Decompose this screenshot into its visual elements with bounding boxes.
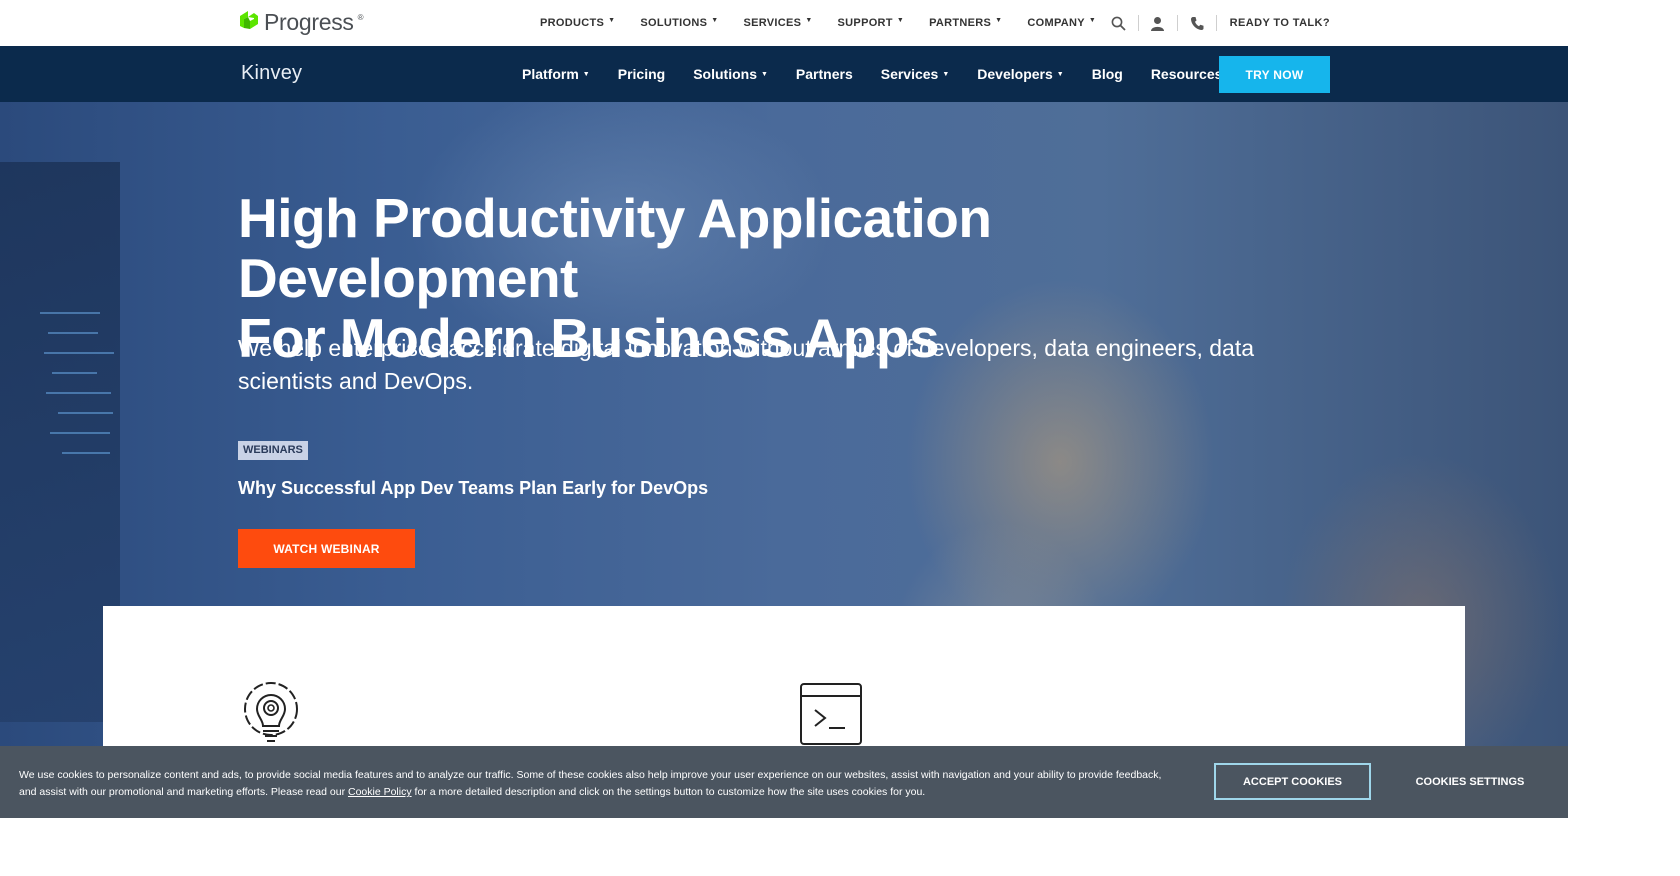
nav-blog[interactable]: Blog — [1092, 66, 1123, 82]
background-decoration — [50, 432, 110, 434]
nav-platform[interactable]: Platform ▼ — [522, 66, 590, 82]
top-nav-company[interactable]: COMPANY ▼ — [1027, 17, 1096, 29]
cookie-text-part: for a more detailed description and clic… — [411, 786, 926, 798]
top-utility-bar: Progress ® PRODUCTS ▼ SOLUTIONS ▼ SERVIC… — [0, 0, 1568, 47]
hero-subtitle: We help enterprises accelerate digital i… — [238, 335, 1255, 394]
registered-mark: ® — [357, 13, 364, 22]
nav-label: Resources — [1150, 66, 1223, 82]
watch-webinar-button[interactable]: WATCH WEBINAR — [238, 529, 415, 568]
webinars-badge: WEBINARS — [238, 441, 308, 460]
top-nav-services[interactable]: SERVICES ▼ — [743, 17, 812, 29]
caret-down-icon: ▼ — [805, 17, 813, 24]
cookies-settings-button[interactable]: COOKIES SETTINGS — [1400, 763, 1540, 800]
nav-label: Services — [880, 66, 939, 82]
nav-services[interactable]: Services ▼ — [881, 66, 950, 82]
hero-background-photo — [0, 162, 120, 722]
progress-logo-text: Progress — [264, 8, 354, 35]
nav-solutions[interactable]: Solutions ▼ — [693, 66, 768, 82]
top-nav-label: PRODUCTS — [540, 17, 605, 29]
top-nav: PRODUCTS ▼ SOLUTIONS ▼ SERVICES ▼ SUPPOR… — [540, 17, 1121, 29]
caret-down-icon: ▼ — [711, 17, 719, 24]
caret-down-icon: ▼ — [608, 17, 616, 24]
background-decoration — [40, 312, 100, 314]
lightbulb-gear-icon — [240, 680, 302, 751]
background-decoration — [58, 412, 113, 414]
background-decoration — [52, 372, 97, 374]
divider — [1176, 15, 1178, 31]
top-nav-label: SERVICES — [743, 17, 802, 29]
divider — [1137, 15, 1139, 31]
top-nav-label: SOLUTIONS — [640, 17, 708, 29]
accept-cookies-button[interactable]: ACCEPT COOKIES — [1214, 763, 1371, 800]
caret-down-icon: ▼ — [760, 70, 768, 78]
webinar-title: Why Successful App Dev Teams Plan Early … — [238, 478, 709, 498]
kinvey-brand[interactable]: Kinvey — [241, 62, 302, 85]
top-nav-label: PARTNERS — [929, 17, 992, 29]
top-nav-support[interactable]: SUPPORT ▼ — [838, 17, 905, 29]
nav-label: Partners — [795, 66, 853, 82]
top-nav-partners[interactable]: PARTNERS ▼ — [929, 17, 1002, 29]
cookie-policy-link[interactable]: Cookie Policy — [348, 786, 412, 798]
hero-title-line: High Productivity Application Developmen… — [238, 187, 992, 309]
top-right-tools: READY TO TALK? — [1109, 12, 1330, 34]
cookie-notice-text: We use cookies to personalize content an… — [19, 767, 1179, 801]
top-nav-label: COMPANY — [1027, 17, 1085, 29]
product-nav-menu: Platform ▼ Pricing Solutions ▼ Partners … — [522, 66, 1261, 82]
nav-label: Developers — [977, 66, 1053, 82]
terminal-window-icon — [799, 682, 863, 751]
background-decoration — [46, 392, 111, 394]
caret-down-icon: ▼ — [1056, 70, 1064, 78]
progress-logo-icon — [238, 8, 260, 37]
background-decoration — [48, 332, 98, 334]
search-icon[interactable] — [1109, 13, 1129, 33]
background-decoration — [44, 352, 114, 354]
background-decoration — [62, 452, 110, 454]
try-now-button[interactable]: TRY NOW — [1219, 56, 1330, 93]
progress-logo[interactable]: Progress ® — [238, 7, 364, 37]
ready-to-talk-link[interactable]: READY TO TALK? — [1230, 17, 1330, 29]
top-nav-label: SUPPORT — [837, 17, 893, 29]
divider — [1215, 15, 1217, 31]
top-nav-solutions[interactable]: SOLUTIONS ▼ — [640, 17, 718, 29]
caret-down-icon: ▼ — [1088, 17, 1097, 24]
nav-label: Solutions — [693, 66, 757, 82]
caret-down-icon: ▼ — [995, 17, 1003, 24]
user-icon[interactable] — [1148, 13, 1168, 33]
phone-icon[interactable] — [1187, 13, 1207, 33]
product-nav: Kinvey Platform ▼ Pricing Solutions ▼ Pa… — [0, 46, 1568, 102]
top-nav-products[interactable]: PRODUCTS ▼ — [540, 17, 615, 29]
caret-down-icon: ▼ — [942, 70, 950, 78]
caret-down-icon: ▼ — [582, 70, 590, 78]
caret-down-icon: ▼ — [896, 17, 905, 24]
nav-pricing[interactable]: Pricing — [618, 66, 665, 82]
nav-partners[interactable]: Partners — [796, 66, 853, 82]
nav-label: Pricing — [617, 66, 666, 82]
nav-label: Blog — [1091, 66, 1123, 82]
nav-label: Platform — [522, 66, 579, 82]
cookie-banner: We use cookies to personalize content an… — [0, 746, 1568, 818]
nav-developers[interactable]: Developers ▼ — [977, 66, 1063, 82]
